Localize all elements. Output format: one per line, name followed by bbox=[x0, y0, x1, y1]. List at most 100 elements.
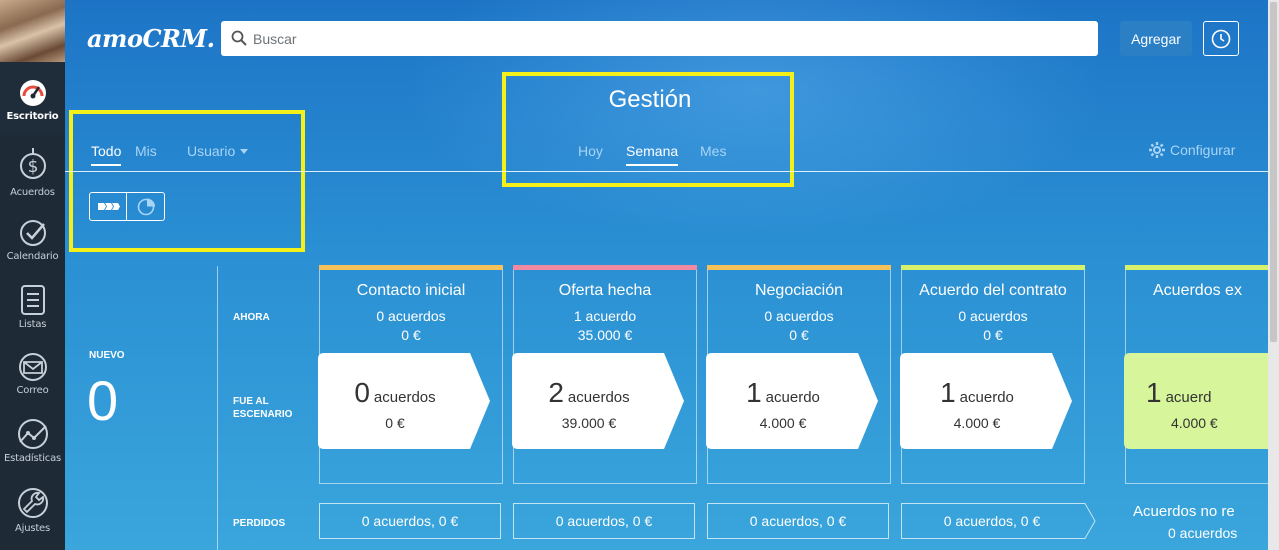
stage-moved-count: 1 acuerdo bbox=[902, 377, 1052, 409]
moved-count-word: acuerdo bbox=[959, 389, 1014, 406]
stage-now-count: 0 acuerdos bbox=[764, 308, 834, 324]
sidebar-item-ajustes[interactable]: Ajustes bbox=[0, 486, 65, 542]
tab-hoy[interactable]: Hoy bbox=[578, 143, 603, 159]
stage-lost-cell[interactable]: 0 acuerdos, 0 € bbox=[513, 503, 695, 539]
stage-name: Acuerdo del contrato bbox=[919, 282, 1067, 299]
wrench-icon bbox=[17, 488, 48, 518]
stage-now-count: 1 acuerdo bbox=[573, 308, 637, 324]
svg-text:$: $ bbox=[27, 157, 38, 177]
stage-column[interactable]: Contacto inicial 0 acuerdos 0 € 0 acuerdo… bbox=[318, 265, 503, 484]
moved-count-number: 1 bbox=[940, 377, 956, 408]
main-area: amoCRM. Agregar Gestión Hoy Semana Mes T… bbox=[65, 0, 1279, 550]
pie-view-button[interactable] bbox=[128, 193, 165, 220]
sidebar-item-escritorio[interactable]: Escritorio bbox=[0, 62, 65, 132]
clock-button[interactable] bbox=[1203, 21, 1239, 56]
stage-lost-text: 0 acuerdos, 0 € bbox=[361, 513, 459, 529]
stage-lost-text: 0 acuerdos, 0 € bbox=[749, 513, 847, 529]
view-toggle bbox=[89, 192, 165, 221]
search-icon bbox=[231, 30, 247, 46]
stage-moved-count: 1 acuerdo bbox=[708, 377, 858, 409]
row-label-moved-line2: ESCENARIO bbox=[233, 409, 293, 420]
scrollbar-thumb[interactable] bbox=[1270, 2, 1277, 342]
stage-color-bar bbox=[1125, 265, 1276, 270]
sidebar-item-label: Ajustes bbox=[14, 523, 51, 534]
moved-count-number: 2 bbox=[548, 377, 564, 408]
moved-count-word: acuerdo bbox=[765, 389, 820, 406]
stage-column-won[interactable]: Acuerdos ex 1 acuerd 4.000 € bbox=[1124, 265, 1279, 484]
sidebar-item-correo[interactable]: Correo bbox=[0, 352, 65, 406]
app-logo[interactable]: amoCRM. bbox=[87, 24, 215, 53]
clock-icon bbox=[1211, 29, 1231, 49]
sidebar: Escritorio $ Acuerdos Calendario Listas bbox=[0, 0, 65, 550]
sidebar-item-label: Calendario bbox=[6, 251, 59, 262]
stage-lost-cell[interactable]: 0 acuerdos, 0 € bbox=[901, 503, 1096, 539]
stage-color-bar bbox=[901, 265, 1085, 270]
row-label-lost: PERDIDOS bbox=[233, 518, 286, 529]
moved-count-word: acuerd bbox=[1165, 389, 1212, 406]
stage-name: Negociación bbox=[754, 282, 844, 299]
row-label-moved-line1: FUE AL bbox=[233, 396, 269, 407]
stage-color-bar bbox=[513, 265, 697, 270]
chevron-down-icon bbox=[240, 149, 249, 154]
sidebar-item-estadisticas[interactable]: Estadísticas bbox=[0, 418, 65, 472]
configure-label: Configurar bbox=[1170, 142, 1236, 158]
dollar-icon: $ bbox=[19, 148, 46, 179]
row-label-now: AHORA bbox=[233, 312, 270, 323]
configure-link[interactable]: Configurar bbox=[1148, 141, 1235, 159]
search-box[interactable] bbox=[221, 21, 1098, 56]
not-realized-count: 0 acuerdos bbox=[1168, 525, 1238, 541]
header-divider bbox=[65, 171, 1279, 172]
tab-semana[interactable]: Semana bbox=[626, 143, 679, 166]
tab-mes[interactable]: Mes bbox=[700, 143, 726, 159]
add-button[interactable]: Agregar bbox=[1120, 21, 1192, 56]
stage-column[interactable]: Oferta hecha 1 acuerdo 35.000 € 2 acuerdo… bbox=[512, 265, 697, 484]
stage-lost-text: 0 acuerdos, 0 € bbox=[943, 513, 1041, 529]
scrollbar[interactable] bbox=[1268, 0, 1279, 550]
stats-icon bbox=[17, 419, 48, 449]
user-dropdown[interactable]: Usuario bbox=[187, 143, 249, 159]
tab-todo[interactable]: Todo bbox=[91, 143, 122, 166]
stage-lost-cell[interactable]: 0 acuerdos, 0 € bbox=[707, 503, 889, 539]
stage-now-count: 0 acuerdos bbox=[376, 308, 446, 324]
stage-name: Contacto inicial bbox=[356, 282, 466, 299]
list-icon bbox=[20, 285, 45, 315]
stage-name: Acuerdos ex bbox=[1153, 282, 1242, 299]
stage-column[interactable]: Acuerdo del contrato 0 acuerdos 0 € 1 acu… bbox=[900, 265, 1085, 484]
stage-moved-sum: 4.000 € bbox=[953, 415, 1001, 431]
sidebar-item-calendario[interactable]: Calendario bbox=[0, 218, 65, 270]
sidebar-item-label: Estadísticas bbox=[3, 453, 62, 464]
stage-now-sum: 0 € bbox=[401, 327, 421, 343]
not-realized-title: Acuerdos no re bbox=[1133, 503, 1235, 520]
stage-now-sum: 35.000 € bbox=[577, 327, 633, 343]
user-dropdown-label: Usuario bbox=[187, 143, 236, 159]
moved-count-word: acuerdos bbox=[567, 389, 630, 406]
stage-moved-sum: 39.000 € bbox=[561, 415, 617, 431]
tab-mis[interactable]: Mis bbox=[135, 143, 157, 159]
pipeline-view-button[interactable] bbox=[90, 193, 127, 220]
stage-moved-count: 0 acuerdos bbox=[320, 377, 470, 409]
check-icon bbox=[19, 220, 46, 246]
pipeline-arrows-icon bbox=[98, 203, 120, 210]
stage-now-count: 0 acuerdos bbox=[958, 308, 1028, 324]
search-input[interactable] bbox=[253, 21, 1083, 56]
avatar[interactable] bbox=[0, 0, 65, 62]
moved-count-number: 1 bbox=[746, 377, 762, 408]
stage-moved-sum: 4.000 € bbox=[1171, 415, 1218, 431]
nuevo-value: 0 bbox=[87, 369, 119, 432]
sidebar-item-listas[interactable]: Listas bbox=[0, 284, 65, 338]
column-divider bbox=[217, 266, 218, 550]
moved-count-number: 0 bbox=[354, 377, 370, 408]
stage-column[interactable]: Negociación 0 acuerdos 0 € 1 acuerdo 4.00… bbox=[706, 265, 891, 484]
pie-chart-icon bbox=[137, 198, 155, 216]
sidebar-item-acuerdos[interactable]: $ Acuerdos bbox=[0, 146, 65, 206]
stage-now-sum: 0 € bbox=[789, 327, 809, 343]
sidebar-item-label: Listas bbox=[18, 319, 47, 330]
stage-lost-text: 0 acuerdos, 0 € bbox=[555, 513, 653, 529]
dashboard-icon bbox=[19, 80, 46, 106]
page-title: Gestión bbox=[608, 86, 692, 113]
stage-lost-cell[interactable]: 0 acuerdos, 0 € bbox=[319, 503, 501, 539]
highlight-box-filters bbox=[69, 110, 305, 252]
stage-moved-sum: 4.000 € bbox=[759, 415, 807, 431]
sidebar-item-label: Acuerdos bbox=[10, 187, 55, 198]
nuevo-label: NUEVO bbox=[89, 350, 125, 361]
